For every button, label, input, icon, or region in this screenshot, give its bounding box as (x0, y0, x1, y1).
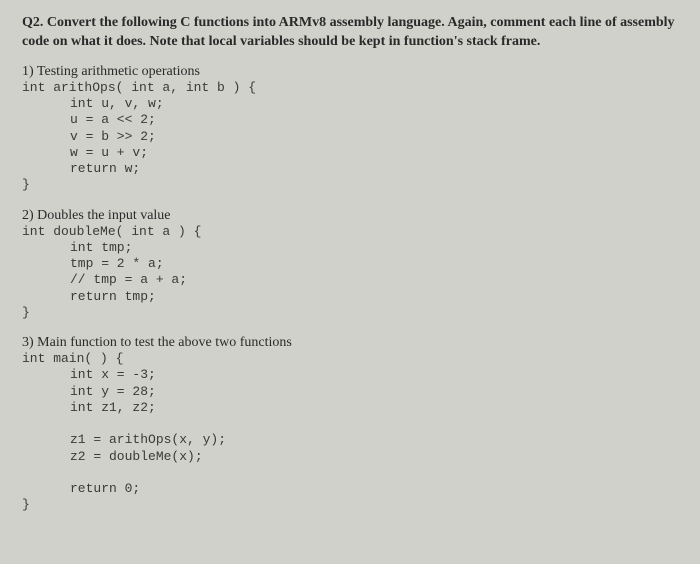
code-close: } (22, 177, 678, 193)
section-title: 2) Doubles the input value (22, 208, 678, 224)
code-close: } (22, 305, 678, 321)
section-title: 3) Main function to test the above two f… (22, 335, 678, 351)
code-signature: int arithOps( int a, int b ) { (22, 80, 678, 96)
section-3: 3) Main function to test the above two f… (22, 335, 678, 514)
section-1: 1) Testing arithmetic operations int ari… (22, 64, 678, 194)
code-signature: int doubleMe( int a ) { (22, 224, 678, 240)
code-signature: int main( ) { (22, 351, 678, 367)
question-header: Q2. Convert the following C functions in… (22, 14, 678, 52)
code-body: int tmp; tmp = 2 * a; // tmp = a + a; re… (22, 240, 678, 305)
section-2: 2) Doubles the input value int doubleMe(… (22, 208, 678, 322)
code-close: } (22, 497, 678, 513)
code-body: int x = -3; int y = 28; int z1, z2; z1 =… (22, 367, 678, 497)
document-page: Q2. Convert the following C functions in… (0, 0, 700, 542)
code-body: int u, v, w; u = a << 2; v = b >> 2; w =… (22, 96, 678, 177)
section-title: 1) Testing arithmetic operations (22, 64, 678, 80)
